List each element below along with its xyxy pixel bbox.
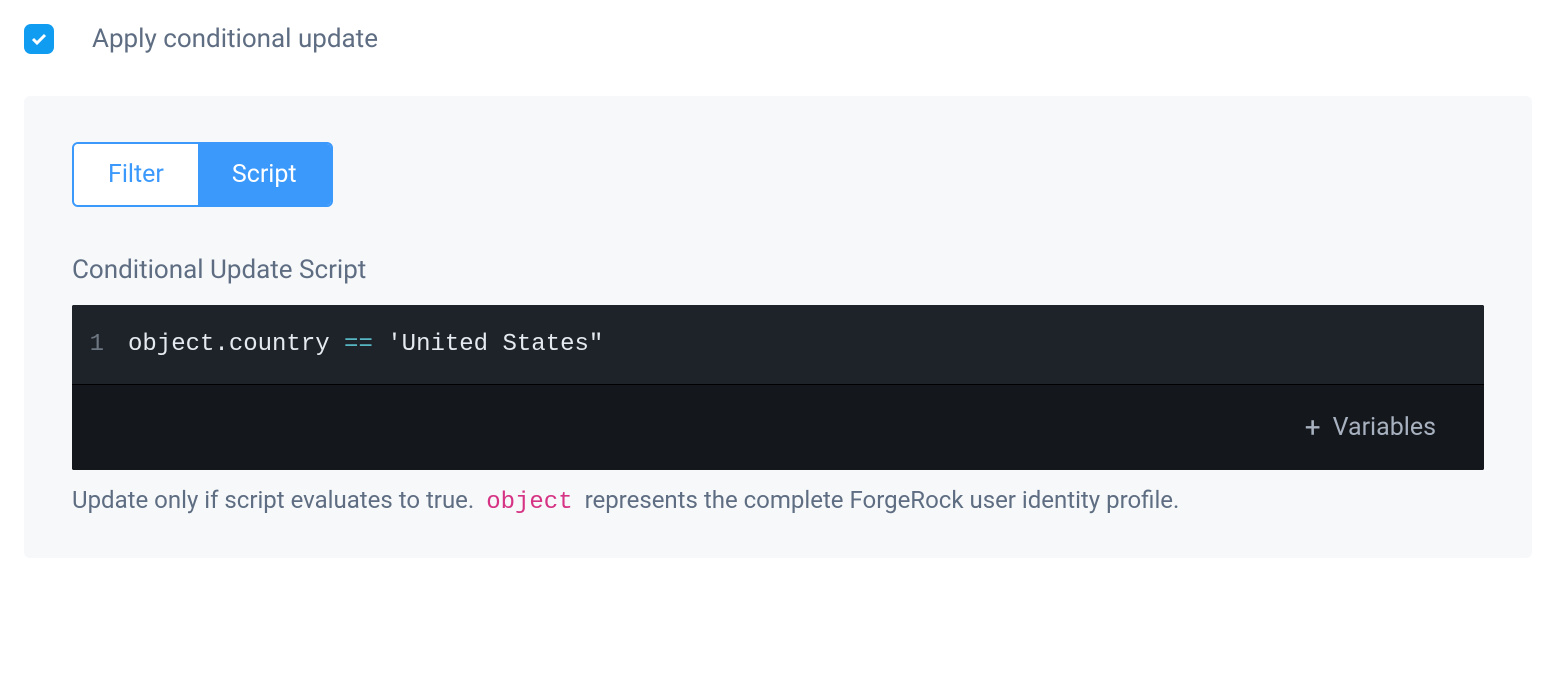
conditional-update-panel: Filter Script Conditional Update Script … bbox=[24, 96, 1532, 558]
variables-label: Variables bbox=[1333, 413, 1436, 442]
tab-script[interactable]: Script bbox=[198, 144, 331, 205]
script-editor: 1 object.country == 'United States" + Va… bbox=[72, 305, 1484, 470]
code-suffix: 'United States" bbox=[373, 331, 603, 358]
help-part1: Update only if script evaluates to true. bbox=[72, 486, 480, 514]
code-content: object.country == 'United States" bbox=[128, 331, 603, 358]
help-text: Update only if script evaluates to true.… bbox=[72, 486, 1484, 516]
section-label: Conditional Update Script bbox=[72, 255, 1484, 285]
help-code: object bbox=[480, 489, 578, 516]
line-number: 1 bbox=[72, 331, 128, 358]
check-icon bbox=[31, 31, 47, 47]
code-operator: == bbox=[344, 331, 373, 358]
code-prefix: object.country bbox=[128, 331, 344, 358]
help-part2: represents the complete ForgeRock user i… bbox=[579, 486, 1180, 514]
apply-conditional-update-checkbox[interactable] bbox=[24, 24, 54, 54]
plus-icon: + bbox=[1305, 414, 1321, 442]
code-editor[interactable]: 1 object.country == 'United States" bbox=[72, 305, 1484, 385]
variables-button[interactable]: + Variables bbox=[1305, 413, 1436, 442]
tab-filter[interactable]: Filter bbox=[74, 144, 198, 205]
checkbox-label: Apply conditional update bbox=[92, 24, 378, 54]
filter-script-tabs: Filter Script bbox=[72, 142, 333, 207]
